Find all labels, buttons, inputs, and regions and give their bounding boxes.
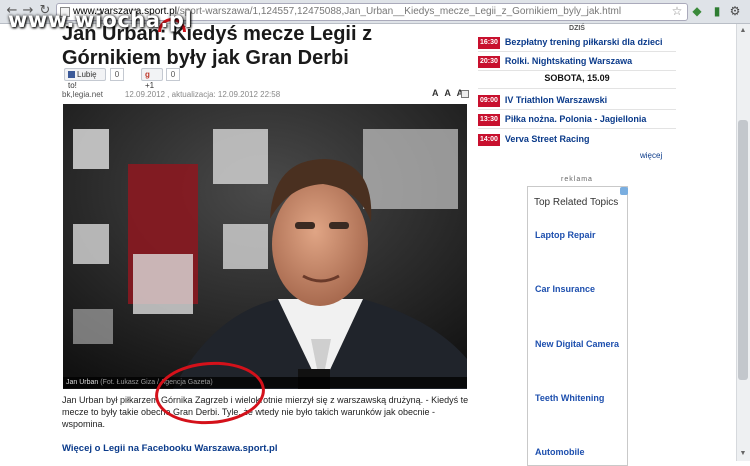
event-time: 13:30 xyxy=(478,114,500,126)
facebook-link[interactable]: Więcej o Legii na Facebooku Warszawa.spo… xyxy=(62,443,277,454)
ad-label: reklama xyxy=(561,176,593,183)
ad-box xyxy=(527,186,628,466)
like-count: 0 xyxy=(110,68,124,81)
event-item[interactable]: 20:30 Rolki. Nightskating Warszawa xyxy=(478,54,632,68)
facebook-like-button[interactable]: Lubię to! xyxy=(64,68,106,90)
event-time: 09:00 xyxy=(478,95,500,107)
google-plus-icon: g xyxy=(145,70,150,79)
extension-icon[interactable]: ◆ xyxy=(690,4,704,18)
ad-link[interactable]: Teeth Whitening xyxy=(535,393,604,403)
print-icon[interactable] xyxy=(461,90,469,98)
event-time: 14:00 xyxy=(478,134,500,146)
google-plus-button[interactable]: g +1 xyxy=(141,68,163,90)
event-time: 20:30 xyxy=(478,56,500,68)
ad-link[interactable]: Car Insurance xyxy=(535,284,595,294)
event-title: IV Triathlon Warszawski xyxy=(504,95,608,105)
ad-link[interactable]: Automobile xyxy=(535,447,585,457)
ad-link[interactable]: New Digital Camera xyxy=(535,339,619,349)
photo-illustration xyxy=(63,104,467,389)
scroll-down-icon[interactable]: ▼ xyxy=(738,449,748,459)
event-item[interactable]: 14:00 Verva Street Racing xyxy=(478,132,589,146)
ad-link[interactable]: Laptop Repair xyxy=(535,230,596,240)
signal-icon[interactable]: ▮ xyxy=(710,4,724,18)
event-title: Rolki. Nightskating Warszawa xyxy=(504,56,633,66)
divider xyxy=(478,109,676,110)
event-item[interactable]: 16:30 Bezpłatny trening piłkarski dla dzi… xyxy=(478,35,662,49)
event-title: Piłka nożna. Polonia - Jagiellonia xyxy=(504,114,647,124)
wrench-icon[interactable]: ⚙ xyxy=(728,4,742,18)
event-item[interactable]: 13:30 Piłka nożna. Polonia - Jagiellonia xyxy=(478,112,646,126)
event-title: Verva Street Racing xyxy=(504,134,590,144)
divider xyxy=(478,51,676,52)
facebook-icon xyxy=(68,71,75,78)
url-path: /sport-warszawa/1,124557,12475088,Jan_Ur… xyxy=(176,6,622,17)
article-author: bk,legia.net xyxy=(62,90,103,99)
ad-title: Top Related Topics xyxy=(534,197,619,208)
plus-label: +1 xyxy=(145,81,155,90)
watermark: www.wiocha.pl xyxy=(8,8,193,32)
divider xyxy=(478,128,676,129)
caption-name: Jan Urban xyxy=(66,379,99,386)
event-item[interactable]: 09:00 IV Triathlon Warszawski xyxy=(478,93,607,107)
today-label: DZIŚ xyxy=(569,25,585,32)
article-photo xyxy=(63,104,467,389)
event-time: 16:30 xyxy=(478,37,500,49)
star-icon[interactable]: ☆ xyxy=(670,4,684,18)
day-label: SOBOTA, 15.09 xyxy=(544,73,610,83)
divider xyxy=(478,70,676,71)
scroll-up-icon[interactable]: ▲ xyxy=(738,26,748,36)
ad-info-icon[interactable] xyxy=(620,187,628,195)
photo-caption: Jan Urban (Fot. Łukasz Giza / Agencja Ga… xyxy=(63,377,467,388)
article-lead: Jan Urban był piłkarzem Górnika Zagrzeb … xyxy=(62,395,469,429)
article-meta: bk,legia.net 12.09.2012 , aktualizacja: 1… xyxy=(62,90,280,99)
plus-count: 0 xyxy=(166,68,180,81)
scrollbar-thumb[interactable] xyxy=(738,120,748,380)
article-date: 12.09.2012 , aktualizacja: 12.09.2012 22… xyxy=(124,90,281,99)
more-link[interactable]: więcej xyxy=(640,151,662,160)
divider xyxy=(478,88,676,89)
event-title: Bezpłatny trening piłkarski dla dzieci xyxy=(504,37,663,47)
